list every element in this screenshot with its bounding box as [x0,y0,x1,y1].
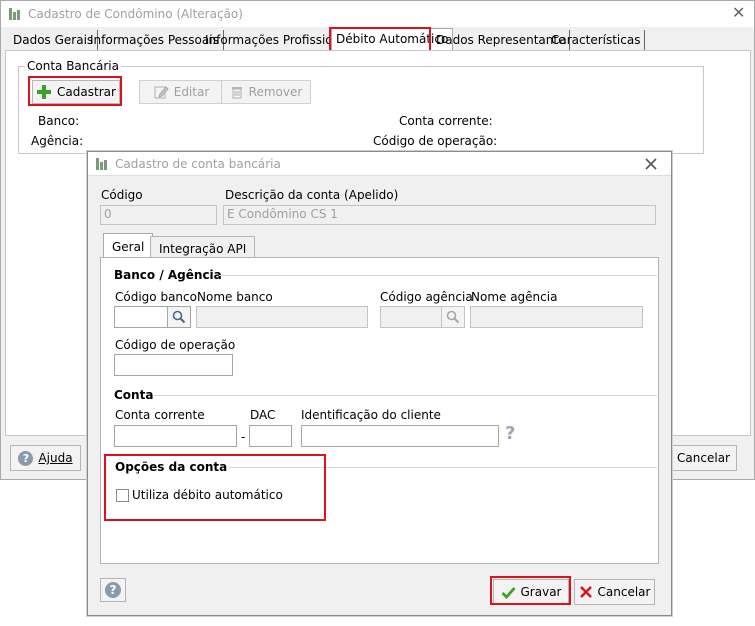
gravar-button[interactable]: Gravar [493,579,569,605]
opcoes-divider [229,467,657,468]
codigo-agencia-field[interactable] [380,306,442,328]
codigo-label: Código [101,188,143,202]
debito-automatico-label: Utiliza débito automático [132,488,283,502]
conta-corrente-label: Conta corrente: [399,114,493,128]
remover-button[interactable]: Remover [221,80,311,104]
tab-integracao-api[interactable]: Integração API [150,236,256,258]
banco-label: Banco: [38,114,80,128]
dialog-title-bar: Cadastro de conta bancária [88,152,671,176]
main-window-title: Cadastro de Condômino (Alteração) [28,7,243,21]
conta-title: Conta [114,388,154,402]
conta-bancaria-legend: Conta Bancária [25,59,121,73]
identificacao-input[interactable] [301,425,499,447]
tab-label: Informações Pessoais [90,33,219,47]
conta-bancaria-dialog: Cadastro de conta bancária Código 0 Desc… [87,151,672,616]
agencia-label: Agência: [31,134,84,148]
dialog-title: Cadastro de conta bancária [115,157,281,171]
dialog-cancelar-label: Cancelar [597,585,651,599]
banco-agencia-title: Banco / Agência [114,268,222,282]
question-icon: ? [105,582,121,598]
cadastrar-label: Cadastrar [57,85,116,99]
main-cancelar-label: Cancelar [677,451,730,465]
cadastrar-button[interactable]: Cadastrar [32,80,120,104]
x-icon [579,586,592,598]
close-icon[interactable] [645,158,657,170]
tab-label: Dados Gerais [13,33,94,47]
tab-dados-gerais[interactable]: Dados Gerais [9,30,99,50]
main-tabstrip: Dados Gerais Informações Pessoais Inform… [5,28,646,52]
remover-label: Remover [248,85,303,99]
codigo-operacao-label: Código de operação [115,338,236,352]
nome-agencia-field[interactable] [470,306,643,328]
codigo-operacao-label: Código de operação: [373,134,498,148]
conta-corrente-label: Conta corrente [115,408,205,422]
identificacao-label: Identificação do cliente [301,408,441,422]
ajuda-label: Ajuda [38,451,73,465]
tab-label: Geral [112,240,145,254]
trash-icon [231,87,242,99]
tab-caracteristicas[interactable]: Características [547,30,646,50]
codigo-banco-input[interactable] [114,306,168,328]
dialog-help-button[interactable]: ? [100,578,126,602]
debito-automatico-checkbox[interactable] [116,489,129,502]
codigo-agencia-lookup-button[interactable] [441,306,465,328]
conta-divider [154,395,657,396]
descricao-label: Descrição da conta (Apelido) [225,188,399,202]
building-icon [9,8,23,20]
conta-bancaria-group: Conta Bancária Cadastrar Editar Remover … [18,59,704,154]
main-title-bar: Cadastro de Condômino (Alteração) ✕ [1,1,754,27]
tab-geral[interactable]: Geral [103,233,154,258]
plus-icon [37,85,52,99]
codigo-field[interactable]: 0 [100,205,217,225]
tab-label: Integração API [159,242,247,256]
descricao-field[interactable]: E Condômino CS 1 [223,205,656,225]
check-icon [501,586,516,599]
question-icon[interactable]: ? [505,423,515,444]
dialog-cancelar-button[interactable]: Cancelar [574,579,655,605]
editar-label: Editar [173,85,210,99]
editar-button[interactable]: Editar [139,80,223,104]
codigo-banco-lookup-button[interactable] [167,306,191,328]
banco-agencia-divider [219,275,657,276]
gravar-label: Gravar [520,585,562,599]
opcoes-title: Opções da conta [115,460,228,474]
magnifier-icon [446,310,460,324]
nome-banco-field[interactable] [196,306,368,328]
conta-corrente-input[interactable] [114,425,237,447]
question-icon: ? [18,450,34,466]
close-icon[interactable]: ✕ [732,5,745,21]
building-icon [96,158,110,170]
tab-label: Características [551,33,641,47]
dac-separator: - [241,430,246,444]
dac-input[interactable] [249,425,292,447]
codigo-banco-label: Código banco [115,290,197,304]
nome-banco-label: Nome banco [197,290,273,304]
ajuda-button[interactable]: ? Ajuda [10,445,81,471]
magnifier-icon [172,310,186,324]
main-cancelar-button[interactable]: Cancelar [663,445,737,471]
codigo-operacao-input[interactable] [114,354,233,376]
dac-label: DAC [250,408,276,422]
geral-panel: Banco / Agência Código banco Nome banco … [100,257,659,564]
nome-agencia-label: Nome agência [471,290,558,304]
pencil-icon [154,86,169,99]
codigo-agencia-label: Código agência [380,290,473,304]
